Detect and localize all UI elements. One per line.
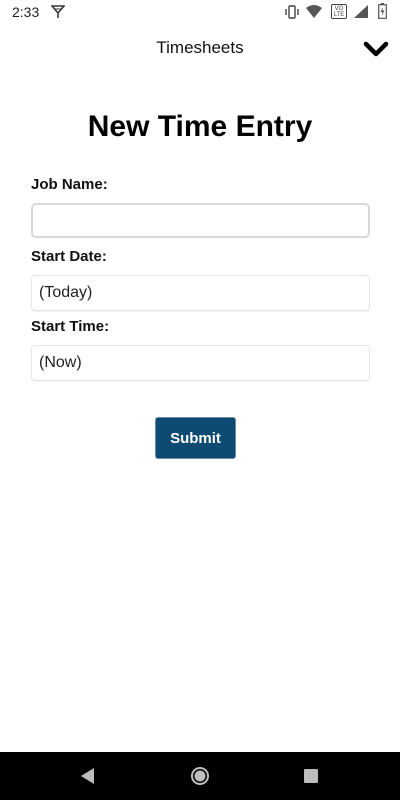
status-time: 2:33 xyxy=(12,4,40,20)
volte-label: VO LTE xyxy=(333,6,345,18)
app-title: Timesheets xyxy=(156,38,244,57)
back-button[interactable] xyxy=(76,764,100,788)
recents-button[interactable] xyxy=(299,764,323,788)
job-name-label: Job Name: xyxy=(31,176,108,193)
start-time-label: Start Time: xyxy=(31,318,110,335)
start-time-input[interactable] xyxy=(31,345,370,381)
start-date-label: Start Date: xyxy=(31,248,107,265)
volte-icon: VO LTE xyxy=(331,4,347,19)
start-date-input[interactable] xyxy=(31,275,370,311)
menu-toggle-button[interactable] xyxy=(360,34,392,66)
home-button[interactable] xyxy=(188,764,212,788)
back-icon xyxy=(81,768,94,784)
wifi-icon xyxy=(306,5,322,18)
chevron-down-icon xyxy=(363,41,389,57)
home-icon xyxy=(191,767,209,785)
app-header: Timesheets xyxy=(0,24,400,72)
vibrate-icon xyxy=(285,5,299,19)
cell-signal-icon xyxy=(354,5,368,18)
wifi-calling-icon xyxy=(51,5,65,18)
battery-icon xyxy=(378,3,387,19)
page-heading: New Time Entry xyxy=(87,110,313,143)
system-nav-bar xyxy=(0,752,400,800)
recents-icon xyxy=(304,769,318,783)
status-bar: 2:33 VO LTE xyxy=(0,0,400,24)
submit-button[interactable]: Submit xyxy=(155,417,236,459)
job-name-input[interactable] xyxy=(31,203,370,238)
